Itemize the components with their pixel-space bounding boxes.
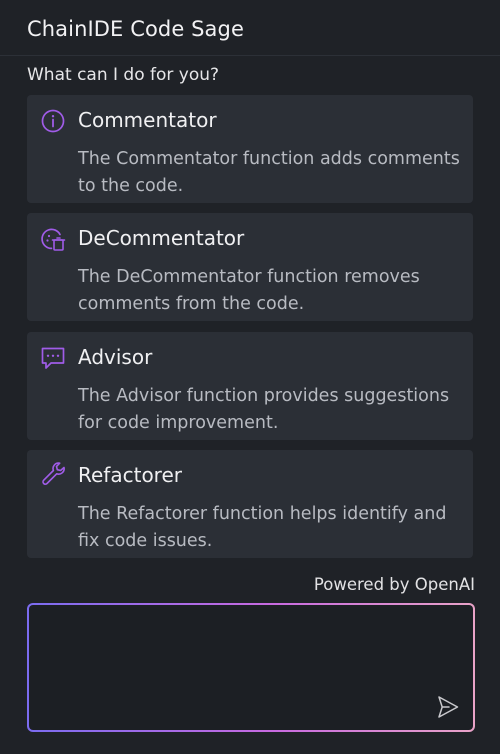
message-input-frame [27, 603, 475, 732]
refactorer-card[interactable]: Refactorer The Refactorer function helps… [27, 450, 473, 558]
send-icon[interactable] [435, 694, 461, 720]
message-input-container [29, 605, 473, 730]
decommentator-description: The DeCommentator function removes comme… [78, 267, 420, 314]
powered-by-label: Powered by OpenAI [313, 575, 475, 594]
prompt-heading: What can I do for you? [27, 65, 220, 85]
chat-bubble-icon [39, 344, 67, 372]
commentator-title: Commentator [78, 108, 217, 132]
trash-icon [39, 225, 67, 253]
commentator-card[interactable]: Commentator The Commentator function add… [27, 95, 473, 203]
advisor-description: The Advisor function provides suggestion… [78, 386, 450, 433]
advisor-card[interactable]: Advisor The Advisor function provides su… [27, 332, 473, 440]
decommentator-title: DeCommentator [78, 226, 245, 250]
panel-title: ChainIDE Code Sage [0, 0, 500, 56]
wrench-icon [39, 462, 67, 490]
info-icon [39, 107, 67, 135]
code-sage-panel: ChainIDE Code Sage What can I do for you… [0, 0, 500, 754]
commentator-description: The Commentator function adds comments t… [78, 149, 460, 196]
refactorer-title: Refactorer [78, 463, 182, 487]
advisor-title: Advisor [78, 345, 153, 369]
message-input[interactable] [29, 605, 473, 730]
decommentator-card[interactable]: DeCommentator The DeCommentator function… [27, 213, 473, 321]
refactorer-description: The Refactorer function helps identify a… [78, 504, 447, 551]
